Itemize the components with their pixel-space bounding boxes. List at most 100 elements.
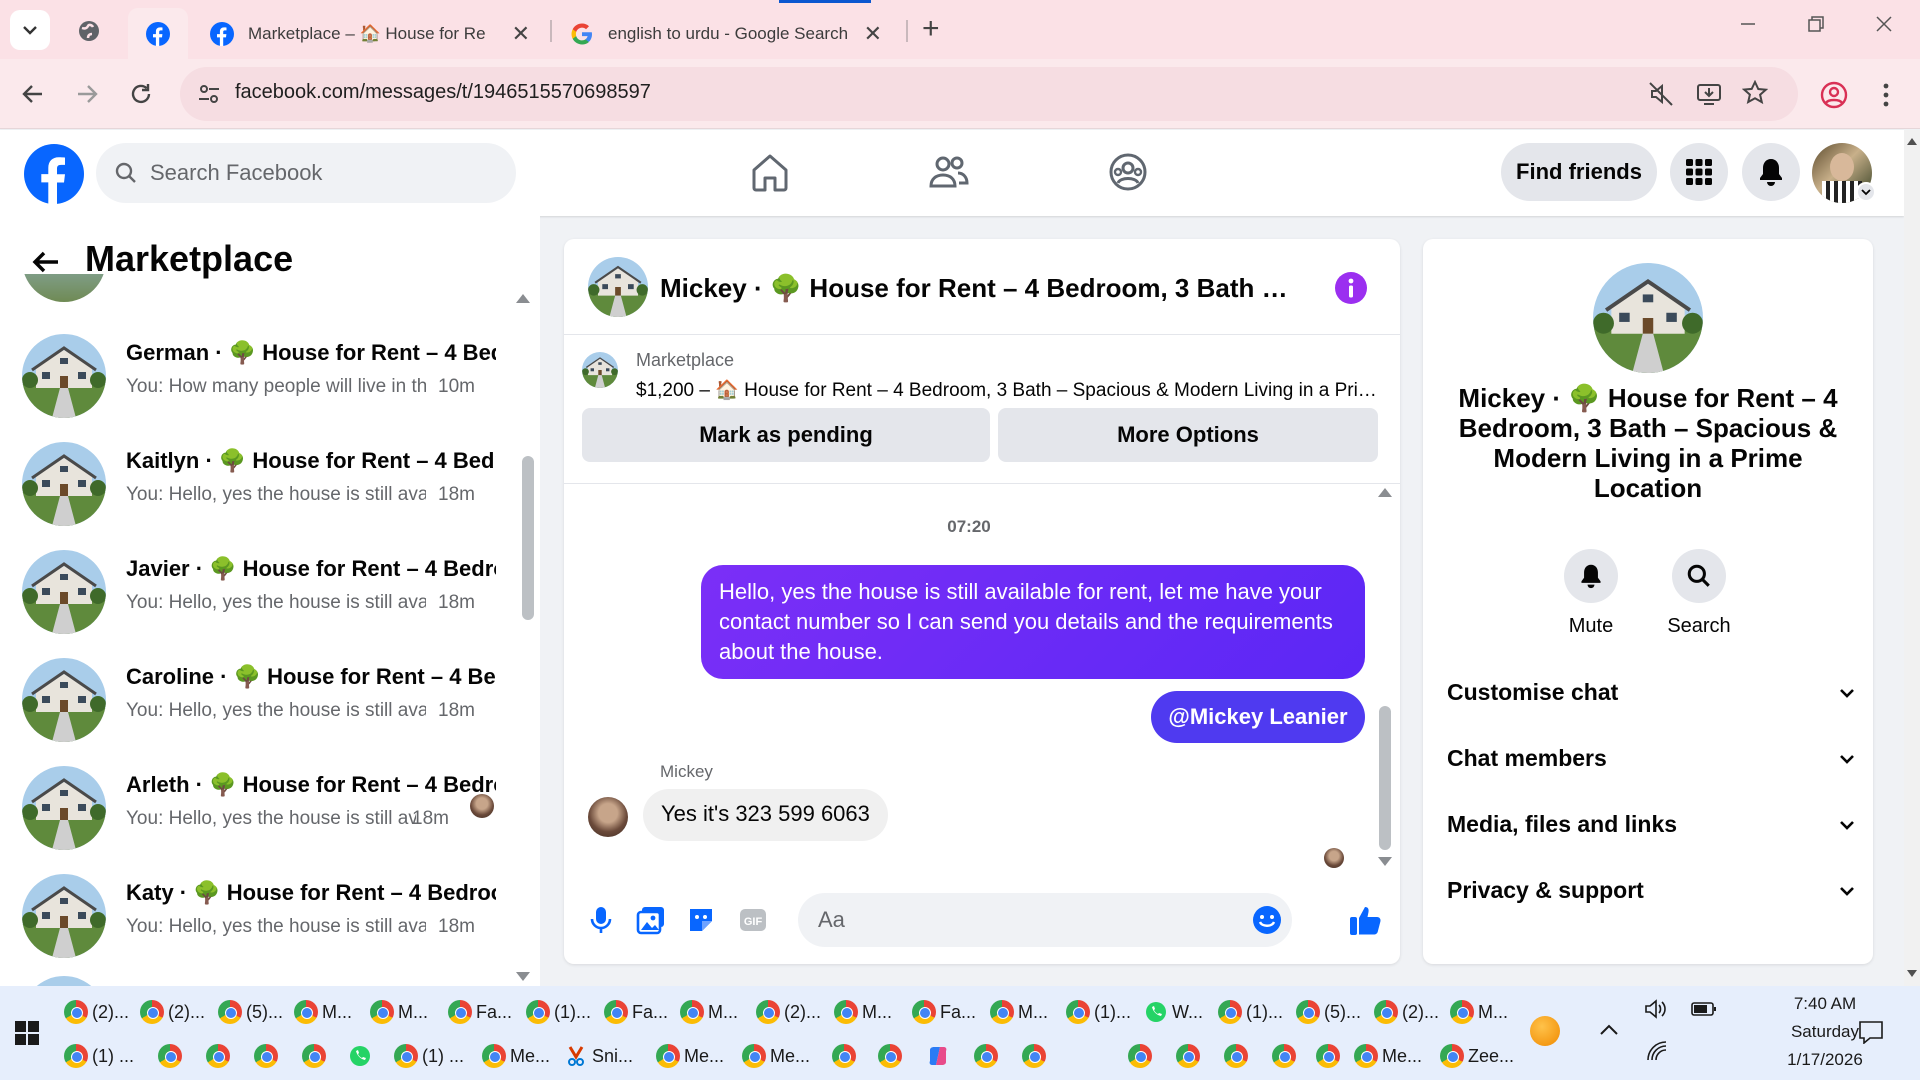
taskbar-app-button[interactable]	[1224, 1038, 1248, 1074]
chat-scrollbar-thumb[interactable]	[1379, 706, 1391, 850]
taskbar-app-button[interactable]: (1) ...	[394, 1038, 464, 1074]
taskbar-app-button[interactable]: (1) ...	[64, 1038, 134, 1074]
sticker-icon[interactable]	[686, 905, 716, 935]
reload-button[interactable]	[124, 77, 158, 111]
scroll-up-arrow[interactable]	[1378, 488, 1392, 497]
info-icon[interactable]	[1334, 271, 1368, 305]
home-icon[interactable]	[748, 150, 792, 194]
scroll-up-arrow[interactable]	[1907, 138, 1917, 145]
chat-members-section[interactable]: Chat members	[1447, 745, 1857, 785]
partial-conversation-thumb[interactable]	[22, 274, 106, 302]
taskbar-app-button[interactable]: M...	[680, 994, 738, 1030]
mute-button[interactable]: Mute	[1541, 549, 1641, 638]
customise-chat-section[interactable]: Customise chat	[1447, 679, 1857, 719]
taskbar-app-button[interactable]	[1128, 1038, 1152, 1074]
incoming-message[interactable]: Yes it's 323 599 6063	[643, 789, 888, 841]
taskbar-app-button[interactable]: Sni...	[564, 1038, 633, 1074]
search-in-chat-button[interactable]: Search	[1649, 549, 1749, 638]
microphone-icon[interactable]	[586, 905, 616, 935]
taskbar-app-button[interactable]: M...	[370, 994, 428, 1030]
tab-google-search[interactable]: english to urdu - Google Search ✕	[556, 8, 896, 59]
taskbar-app-button[interactable]	[878, 1038, 902, 1074]
taskbar-app-button[interactable]	[348, 1038, 372, 1074]
scroll-down-arrow[interactable]	[1907, 970, 1917, 977]
scroll-down-arrow[interactable]	[516, 972, 530, 981]
back-button[interactable]	[16, 77, 50, 111]
taskbar-app-button[interactable]: M...	[834, 994, 892, 1030]
listing-thumb[interactable]	[582, 352, 618, 388]
taskbar-app-button[interactable]: Fa...	[912, 994, 976, 1030]
gif-icon[interactable]: GIF	[738, 905, 768, 935]
conversation-item[interactable]: Katy · 🌳 House for Rent – 4 Bedroom, 3 B…	[22, 862, 512, 970]
more-options-button[interactable]: More Options	[998, 408, 1378, 462]
install-app-icon[interactable]	[1696, 81, 1722, 107]
globe-tab-icon[interactable]	[76, 18, 102, 44]
site-info-icon[interactable]	[196, 81, 222, 107]
conversation-item[interactable]: Caroline · 🌳 House for Rent – 4 Bedroom,…	[22, 646, 512, 754]
taskbar-app-button[interactable]: Me...	[1354, 1038, 1422, 1074]
tab-facebook-pinned[interactable]	[128, 8, 188, 59]
taskbar-app-button[interactable]	[974, 1038, 998, 1074]
scroll-down-arrow[interactable]	[1378, 857, 1392, 866]
taskbar-app-button[interactable]	[302, 1038, 326, 1074]
conversation-item[interactable]: Arleth · 🌳 House for Rent – 4 Bedroom, 3…	[22, 754, 512, 862]
media-files-links-section[interactable]: Media, files and links	[1447, 811, 1857, 851]
mark-as-pending-button[interactable]: Mark as pending	[582, 408, 990, 462]
taskbar-app-button[interactable]: Fa...	[604, 994, 668, 1030]
listing-title[interactable]: $1,200 – 🏠 House for Rent – 4 Bedroom, 3…	[636, 378, 1386, 402]
taskbar-app-button[interactable]: Fa...	[448, 994, 512, 1030]
emoji-icon[interactable]	[1252, 905, 1282, 935]
taskbar-app-button[interactable]: M...	[990, 994, 1048, 1030]
taskbar-app-button[interactable]: (1)...	[1066, 994, 1131, 1030]
conversation-item[interactable]: German · 🌳 House for Rent – 4 Bedroom, 3…	[22, 322, 512, 430]
volume-icon[interactable]	[1643, 998, 1669, 1020]
chat-title[interactable]: Mickey · 🌳 House for Rent – 4 Bedroom, 3…	[660, 273, 1300, 304]
page-scrollbar[interactable]	[1904, 130, 1920, 986]
taskbar-app-button[interactable]: (5)...	[1296, 994, 1361, 1030]
close-tab-icon[interactable]: ✕	[512, 21, 530, 47]
new-tab-button[interactable]: +	[922, 12, 940, 46]
chat-avatar[interactable]	[588, 257, 648, 317]
profile-icon[interactable]	[1820, 81, 1848, 109]
conversation-item[interactable]: Kaitlyn · 🌳 House for Rent – 4 Bedroom, …	[22, 430, 512, 538]
chevron-up-icon[interactable]	[1598, 1022, 1620, 1038]
taskbar-app-button[interactable]	[158, 1038, 182, 1074]
taskbar-app-button[interactable]	[832, 1038, 856, 1074]
taskbar-app-button[interactable]: M...	[294, 994, 352, 1030]
taskbar-app-button[interactable]	[1272, 1038, 1296, 1074]
partial-conversation-thumb[interactable]	[22, 976, 106, 986]
muted-tab-icon[interactable]	[1648, 81, 1674, 107]
taskbar-app-button[interactable]: M...	[1450, 994, 1508, 1030]
taskbar-app-button[interactable]: (2)...	[1374, 994, 1439, 1030]
weather-icon[interactable]	[1530, 1016, 1560, 1046]
conversation-item[interactable]: Javier · 🌳 House for Rent – 4 Bedroom, 3…	[22, 538, 512, 646]
search-facebook-input[interactable]: Search Facebook	[96, 143, 516, 203]
close-tab-icon[interactable]: ✕	[864, 21, 882, 47]
taskbar-app-button[interactable]	[1316, 1038, 1340, 1074]
sender-avatar[interactable]	[588, 797, 628, 837]
thumbs-up-icon[interactable]	[1348, 903, 1382, 937]
privacy-support-section[interactable]: Privacy & support	[1447, 877, 1857, 917]
minimize-button[interactable]	[1738, 14, 1758, 34]
find-friends-button[interactable]: Find friends	[1501, 143, 1657, 201]
taskbar-app-button[interactable]: Me...	[482, 1038, 550, 1074]
taskbar-app-button[interactable]: (2)...	[140, 994, 205, 1030]
notifications-button[interactable]	[1742, 143, 1800, 201]
photo-gallery-icon[interactable]	[636, 905, 666, 935]
tab-marketplace[interactable]: Marketplace – 🏠 House for Re ✕	[196, 8, 544, 59]
tab-search-button[interactable]	[10, 10, 50, 50]
groups-icon[interactable]	[1106, 150, 1150, 194]
forward-button[interactable]	[70, 77, 104, 111]
taskbar-app-button[interactable]: (2)...	[64, 994, 129, 1030]
taskbar-app-button[interactable]: Me...	[742, 1038, 810, 1074]
taskbar-app-button[interactable]	[926, 1038, 950, 1074]
account-dropdown[interactable]	[1856, 182, 1876, 202]
scroll-up-arrow[interactable]	[516, 294, 530, 303]
kebab-menu-icon[interactable]	[1876, 81, 1896, 109]
menu-button[interactable]	[1670, 143, 1728, 201]
taskbar-app-button[interactable]	[206, 1038, 230, 1074]
taskbar-app-button[interactable]: (2)...	[756, 994, 821, 1030]
taskbar-app-button[interactable]: Me...	[656, 1038, 724, 1074]
taskbar-app-button[interactable]	[1176, 1038, 1200, 1074]
taskbar-app-button[interactable]: (1)...	[526, 994, 591, 1030]
